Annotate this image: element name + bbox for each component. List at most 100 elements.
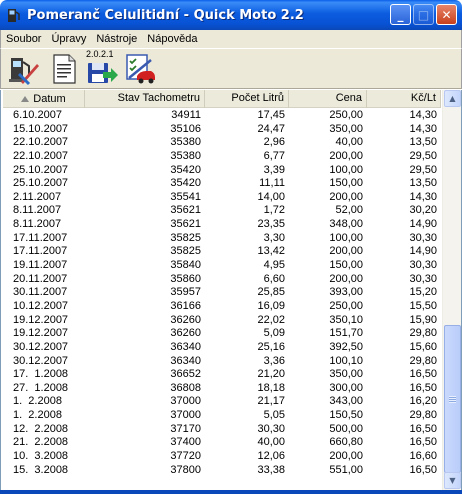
- menu-upravy[interactable]: Úpravy: [46, 33, 91, 45]
- cell-kc-lt: 30,30: [409, 231, 437, 244]
- cell-cena: 551,00: [329, 463, 363, 476]
- cell-stav-tachometru: 35380: [170, 136, 201, 149]
- fuel-pump-app-icon: [8, 9, 20, 22]
- save-version-button[interactable]: 2.0.2.1: [85, 49, 119, 86]
- cell-datum: 22.10.2007: [13, 136, 69, 149]
- table-row[interactable]: 19.11.2007 35840 4,95 150,00 30,30: [3, 259, 441, 273]
- cell-datum: 27. 1.2008: [13, 381, 69, 394]
- cell-kc-lt: 15,50: [409, 299, 437, 312]
- column-header-pocet-litru[interactable]: Počet Litrů: [205, 90, 289, 108]
- column-header-cena[interactable]: Cena: [289, 90, 367, 108]
- cell-datum: 21. 2.2008: [13, 436, 69, 449]
- cell-cena: 348,00: [329, 218, 363, 231]
- cell-datum: 17.11.2007: [13, 245, 68, 258]
- cell-cena: 392,50: [329, 340, 363, 353]
- cell-pocet-litru: 3,36: [263, 354, 285, 367]
- cell-stav-tachometru: 37400: [170, 436, 201, 449]
- cell-stav-tachometru: 35621: [170, 204, 201, 217]
- menu-napoveda[interactable]: Nápověda: [142, 33, 202, 45]
- cell-pocet-litru: 21,17: [257, 395, 285, 408]
- cell-cena: 200,00: [329, 149, 363, 162]
- table-row[interactable]: 25.10.2007 35420 3,39 100,00 29,50: [3, 164, 441, 178]
- cell-kc-lt: 16,50: [409, 463, 437, 476]
- title-bar[interactable]: Pomeranč Celulitidní - Quick Moto 2.2 _ …: [0, 0, 462, 30]
- data-grid[interactable]: Datum Stav Tachometru Počet Litrů Cena K…: [0, 90, 462, 494]
- table-row[interactable]: 19.12.2007 36260 5,09 151,70 29,80: [3, 327, 441, 341]
- menu-nastroje[interactable]: Nástroje: [91, 33, 142, 45]
- table-row[interactable]: 15.10.2007 35106 24,47 350,00 14,30: [3, 123, 441, 137]
- cell-pocet-litru: 2,96: [263, 136, 285, 149]
- cell-pocet-litru: 30,30: [257, 422, 285, 435]
- cell-cena: 150,00: [329, 259, 363, 272]
- table-row[interactable]: 12. 2.2008 37170 30,30 500,00 16,50: [3, 423, 441, 437]
- table-row[interactable]: 17. 1.2008 36652 21,20 350,00 16,50: [3, 368, 441, 382]
- cell-cena: 250,00: [329, 109, 363, 121]
- table-row[interactable]: 21. 2.2008 37400 40,00 660,80 16,50: [3, 436, 441, 450]
- cell-stav-tachometru: 35106: [170, 122, 201, 135]
- table-row[interactable]: 30.12.2007 36340 25,16 392,50 15,60: [3, 341, 441, 355]
- cell-cena: 350,00: [329, 368, 363, 381]
- cell-datum: 6.10.2007: [13, 109, 62, 121]
- table-row[interactable]: 22.10.2007 35380 6,77 200,00 29,50: [3, 150, 441, 164]
- cell-kc-lt: 16,50: [409, 422, 437, 435]
- table-row[interactable]: 8.11.2007 35621 1,72 52,00 30,20: [3, 204, 441, 218]
- cell-pocet-litru: 5,09: [263, 327, 285, 340]
- table-row[interactable]: 10.12.2007 36166 16,09 250,00 15,50: [3, 300, 441, 314]
- vertical-scrollbar[interactable]: ▲ ▼: [442, 90, 461, 490]
- close-button[interactable]: ✕: [436, 4, 457, 25]
- table-row[interactable]: 1. 2.2008 37000 21,17 343,00 16,20: [3, 395, 441, 409]
- cell-cena: 350,10: [329, 313, 363, 326]
- table-row[interactable]: 1. 2.2008 37000 5,05 150,50 29,80: [3, 409, 441, 423]
- cell-kc-lt: 30,30: [409, 259, 437, 272]
- cell-kc-lt: 30,20: [409, 204, 437, 217]
- table-row[interactable]: 8.11.2007 35621 23,35 348,00 14,90: [3, 218, 441, 232]
- table-row[interactable]: 27. 1.2008 36808 18,18 300,00 16,50: [3, 382, 441, 396]
- cell-cena: 200,00: [329, 190, 363, 203]
- scrollbar-thumb[interactable]: [444, 325, 461, 473]
- cell-kc-lt: 16,50: [409, 381, 437, 394]
- cell-kc-lt: 14,30: [409, 109, 437, 121]
- column-header-datum[interactable]: Datum: [3, 90, 85, 108]
- maximize-button[interactable]: □: [413, 4, 434, 25]
- table-row[interactable]: 17.11.2007 35825 3,30 100,00 30,30: [3, 232, 441, 246]
- cell-cena: 52,00: [335, 204, 363, 217]
- table-row[interactable]: 17.11.2007 35825 13,42 200,00 14,90: [3, 245, 441, 259]
- scroll-down-button[interactable]: ▼: [444, 472, 461, 489]
- table-row[interactable]: 22.10.2007 35380 2,96 40,00 13,50: [3, 136, 441, 150]
- column-header-stav-tachometru[interactable]: Stav Tachometru: [85, 90, 205, 108]
- column-header-kc-lt[interactable]: Kč/Lt: [367, 90, 441, 108]
- cell-datum: 30.12.2007: [13, 354, 69, 367]
- table-row[interactable]: 2.11.2007 35541 14,00 200,00 14,30: [3, 191, 441, 205]
- cell-kc-lt: 29,80: [409, 409, 437, 422]
- document-icon[interactable]: [47, 52, 81, 86]
- cell-stav-tachometru: 36260: [170, 327, 201, 340]
- cell-cena: 100,10: [329, 354, 363, 367]
- table-row[interactable]: 30.11.2007 35957 25,85 393,00 15,20: [3, 286, 441, 300]
- table-row[interactable]: 25.10.2007 35420 11,11 150,00 13,50: [3, 177, 441, 191]
- checklist-car-icon[interactable]: [123, 52, 157, 86]
- table-row[interactable]: 19.12.2007 36260 22,02 350,10 15,90: [3, 314, 441, 328]
- scroll-up-icon: ▲: [449, 94, 456, 103]
- cell-stav-tachometru: 36166: [170, 299, 201, 312]
- table-row[interactable]: 20.11.2007 35860 6,60 200,00 30,30: [3, 273, 441, 287]
- minimize-button[interactable]: _: [390, 4, 411, 25]
- cell-stav-tachometru: 35380: [170, 149, 201, 162]
- minimize-icon: _: [397, 7, 404, 22]
- cell-stav-tachometru: 37720: [170, 450, 201, 463]
- scroll-up-button[interactable]: ▲: [444, 90, 461, 107]
- table-row[interactable]: 30.12.2007 36340 3,36 100,10 29,80: [3, 355, 441, 369]
- cell-stav-tachometru: 36340: [170, 340, 201, 353]
- cell-cena: 40,00: [335, 136, 363, 149]
- cell-kc-lt: 14,90: [409, 245, 437, 258]
- table-row[interactable]: 15. 3.2008 37800 33,38 551,00 16,50: [3, 464, 441, 478]
- table-row[interactable]: 6.10.2007 34911 17,45 250,00 14,30: [3, 109, 441, 123]
- cell-datum: 15. 3.2008: [13, 463, 69, 476]
- cell-pocet-litru: 13,42: [257, 245, 285, 258]
- cell-cena: 100,00: [329, 231, 363, 244]
- maximize-icon: □: [417, 7, 430, 22]
- table-row[interactable]: 10. 3.2008 37720 12,06 200,00 16,60: [3, 450, 441, 464]
- cell-pocet-litru: 17,45: [257, 109, 285, 121]
- menu-soubor[interactable]: Soubor: [1, 33, 46, 45]
- fuel-pump-icon[interactable]: [7, 52, 41, 86]
- cell-stav-tachometru: 36260: [170, 313, 201, 326]
